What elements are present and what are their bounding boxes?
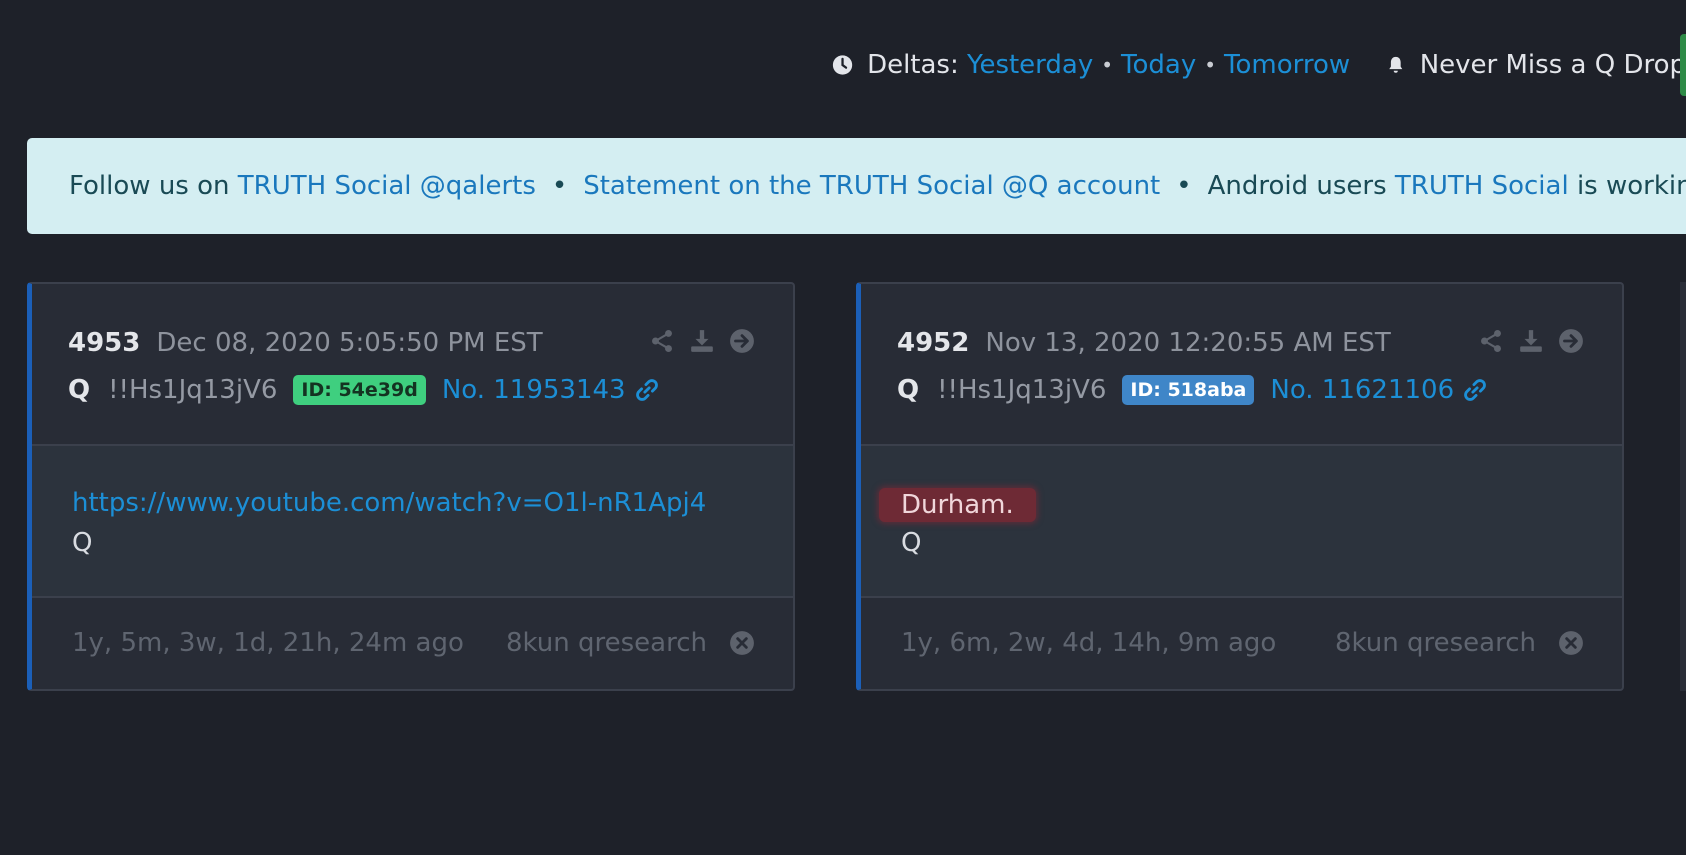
highlighted-text: Durham. [879,488,1036,522]
drop-footer: 1y, 6m, 2w, 4d, 14h, 9m ago 8kun qresear… [861,598,1622,688]
link-icon[interactable] [634,377,660,403]
link-icon[interactable] [1462,377,1488,403]
arrow-circle-right-icon[interactable] [1558,328,1584,354]
banner-dot: • [1176,171,1192,201]
clock-icon [832,55,853,75]
drop-date: Dec 08, 2020 5:05:50 PM EST [156,328,543,358]
close-circle-icon[interactable] [1558,630,1584,656]
drop-number: 4953 [68,328,141,358]
banner-suffix: is working amazing [1576,171,1686,201]
yesterday-link[interactable]: Yesterday [967,50,1093,80]
drop-header: 4953 Dec 08, 2020 5:05:50 PM EST Q !!Hs1… [32,284,793,446]
drop-tripcode: !!Hs1Jq13jV6 [937,375,1107,405]
separator: • [1204,53,1217,77]
id-badge: ID: 54e39d [293,375,426,405]
drop-body: https://www.youtube.com/watch?v=O1l-nR1A… [32,446,793,598]
drop-card: 4953 Dec 08, 2020 5:05:50 PM EST Q !!Hs1… [27,282,795,691]
download-icon[interactable] [689,328,715,354]
truth-social-link[interactable]: TRUTH Social [1395,171,1569,201]
drop-number: 4952 [897,328,970,358]
arrow-circle-right-icon[interactable] [729,328,755,354]
share-icon[interactable] [649,328,675,354]
drop-author: Q [897,375,920,405]
bell-icon [1389,56,1403,73]
post-number-link[interactable]: No. 11621106 [1270,375,1454,405]
next-card-edge [1680,282,1686,691]
tomorrow-link[interactable]: Tomorrow [1224,50,1350,80]
drop-signature: Q [901,528,922,558]
share-icon[interactable] [1478,328,1504,354]
deltas-label: Deltas: [867,50,959,80]
separator: • [1101,53,1114,77]
time-ago: 1y, 5m, 3w, 1d, 21h, 24m ago [72,628,464,658]
drop-date: Nov 13, 2020 12:20:55 AM EST [985,328,1391,358]
drop-signature: Q [72,528,93,558]
android-prefix: Android users [1207,171,1387,201]
post-number-link[interactable]: No. 11953143 [442,375,626,405]
time-ago: 1y, 6m, 2w, 4d, 14h, 9m ago [901,628,1277,658]
today-link[interactable]: Today [1121,50,1196,80]
top-bar: Deltas: Yesterday • Today • Tomorrow Nev… [832,34,1686,96]
drop-source: 8kun qresearch [505,628,707,658]
drop-card: 4952 Nov 13, 2020 12:20:55 AM EST Q !!Hs… [856,282,1624,691]
truth-social-qalerts-link[interactable]: TRUTH Social @qalerts [238,171,536,201]
banner-prefix: Follow us on [69,171,230,201]
youtube-link[interactable]: https://www.youtube.com/watch?v=O1l-nR1A… [72,488,793,528]
announcement-banner: Follow us on TRUTH Social @qalerts • Sta… [27,138,1686,234]
subscribe-button-edge[interactable] [1680,34,1686,96]
drop-footer: 1y, 5m, 3w, 1d, 21h, 24m ago 8kun qresea… [32,598,793,688]
drop-source: 8kun qresearch [1334,628,1536,658]
close-circle-icon[interactable] [729,630,755,656]
id-badge: ID: 518aba [1122,375,1255,405]
drop-text-line: Durham. [879,488,1622,528]
banner-dot: • [551,171,568,201]
drop-author: Q [68,375,91,405]
download-icon[interactable] [1518,328,1544,354]
drop-tripcode: !!Hs1Jq13jV6 [108,375,278,405]
drop-body: Durham. Q [861,446,1622,598]
drop-header: 4952 Nov 13, 2020 12:20:55 AM EST Q !!Hs… [861,284,1622,446]
statement-link[interactable]: Statement on the TRUTH Social @Q account [583,171,1160,201]
never-miss-link[interactable]: Never Miss a Q Drop [1420,50,1686,80]
